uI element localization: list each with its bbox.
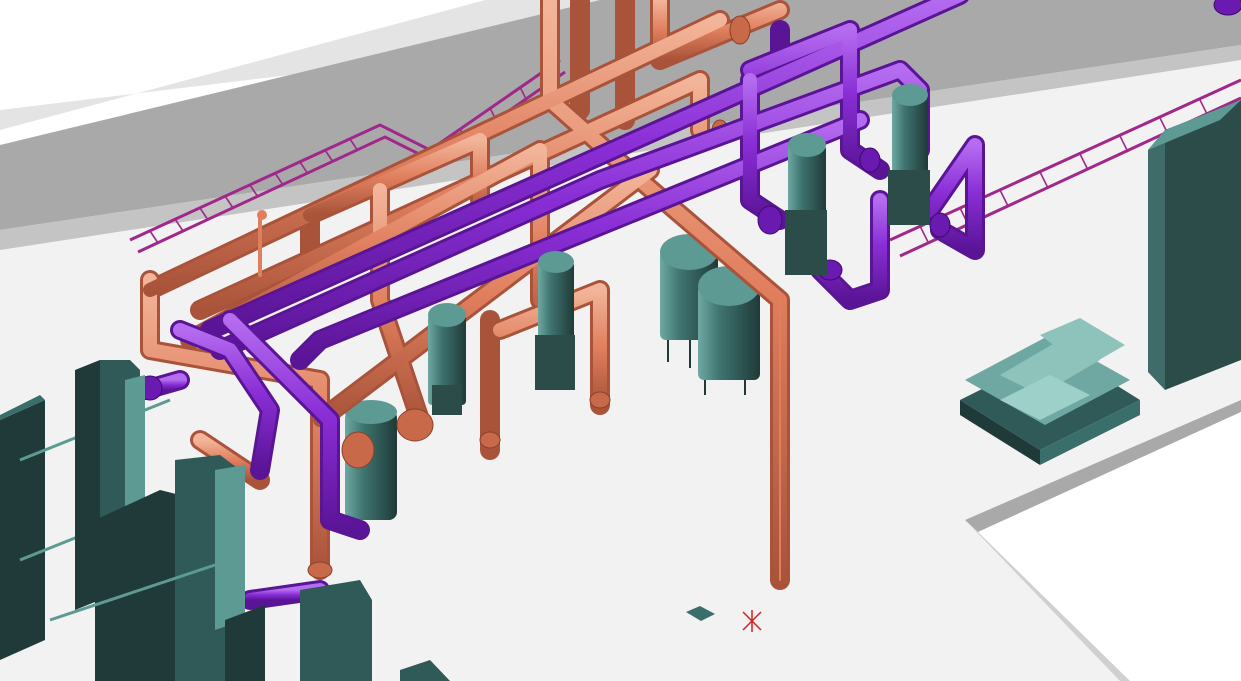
model-viewport[interactable] xyxy=(0,0,1241,681)
3d-scene[interactable] xyxy=(0,0,1241,681)
vertical-pump-3[interactable] xyxy=(785,133,827,275)
vertical-pump-4[interactable] xyxy=(888,84,930,225)
vertical-pump-2[interactable] xyxy=(535,251,575,390)
electrical-cabinet[interactable] xyxy=(1148,100,1241,390)
vertical-pump-1[interactable] xyxy=(428,303,466,415)
